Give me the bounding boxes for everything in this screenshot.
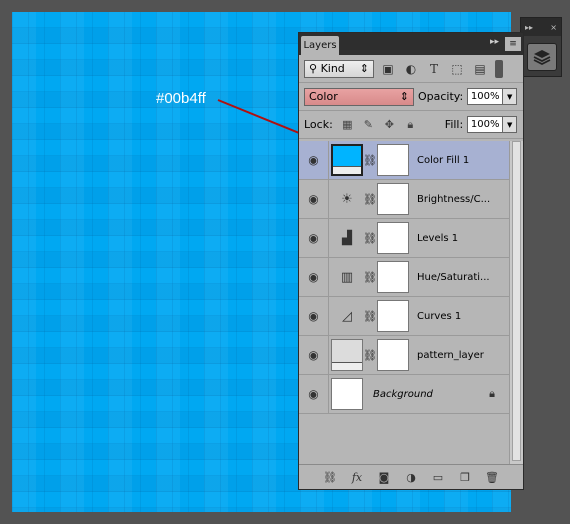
updown-icon: ⇕	[399, 90, 409, 103]
layer-name: Curves 1	[417, 310, 462, 322]
layer-row-curves[interactable]: ◉ ◿ ⛓ Curves 1	[299, 297, 509, 336]
image-filter-icon[interactable]: ▣	[379, 60, 397, 78]
collapse-panel-icon[interactable]: ▸▸	[490, 37, 499, 47]
lock-all-icon[interactable]: 🔒︎	[403, 117, 418, 132]
panel-menu-icon[interactable]: ≡	[505, 37, 521, 51]
color-annotation: #00b4ff	[156, 90, 206, 107]
layer-mask-thumbnail[interactable]	[377, 300, 409, 332]
blend-row: Color ⇕ Opacity: 100% ▼	[299, 83, 523, 111]
scrollbar-thumb[interactable]	[512, 141, 521, 461]
layer-name: Brightness/C...	[417, 193, 491, 205]
lock-position-icon[interactable]: ✥	[382, 117, 397, 132]
link-icon[interactable]: ⛓	[363, 310, 377, 323]
panel-tab-bar: Layers ▸▸ ≡	[299, 33, 523, 55]
layer-mask-thumbnail[interactable]	[377, 183, 409, 215]
filter-kind-select[interactable]: ⚲ Kind ⇕	[304, 59, 374, 78]
layer-name: Color Fill 1	[417, 154, 470, 166]
layer-list: ◉ ⛓ Color Fill 1 ◉ ☀ ⛓ Brightness/C... ◉…	[299, 141, 509, 414]
tab-layers[interactable]: Layers	[301, 36, 339, 55]
background-thumbnail[interactable]	[331, 378, 363, 410]
layers-panel-button[interactable]	[527, 43, 557, 71]
expand-icon[interactable]: ▸▸	[525, 23, 533, 32]
visibility-eye-icon[interactable]: ◉	[299, 180, 329, 218]
trash-icon[interactable]: 🗑︎	[484, 471, 500, 484]
smart-object-filter-icon[interactable]: ▤	[471, 60, 489, 78]
fill-label: Fill:	[444, 118, 464, 131]
link-layers-icon[interactable]: ⛓	[322, 471, 338, 484]
link-icon[interactable]: ⛓	[363, 154, 377, 167]
visibility-eye-icon[interactable]: ◉	[299, 375, 329, 413]
opacity-input[interactable]: 100%	[467, 88, 504, 105]
new-group-icon[interactable]: ▭	[430, 471, 446, 484]
new-layer-icon[interactable]: ❐	[457, 471, 473, 484]
layer-row-color-fill[interactable]: ◉ ⛓ Color Fill 1	[299, 141, 509, 180]
panel-footer: ⛓ fx ◙ ◑ ▭ ❐ 🗑︎	[299, 464, 523, 489]
adjustment-filter-icon[interactable]: ◐	[402, 60, 420, 78]
filter-toggle[interactable]	[495, 59, 503, 78]
visibility-eye-icon[interactable]: ◉	[299, 297, 329, 335]
fx-icon[interactable]: fx	[349, 471, 365, 484]
layer-name: pattern_layer	[417, 349, 484, 361]
lock-row: Lock: ▦ ✎ ✥ 🔒︎ Fill: 100% ▼	[299, 111, 523, 139]
updown-icon: ⇕	[359, 62, 369, 75]
layer-name: Background	[373, 388, 433, 400]
layer-mask-thumbnail[interactable]	[377, 144, 409, 176]
shape-filter-icon[interactable]: ⬚	[448, 60, 466, 78]
layers-panel: Layers ▸▸ ≡ ⚲ Kind ⇕ ▣ ◐ T ⬚ ▤ Color ⇕ Op…	[298, 32, 524, 490]
lock-transparency-icon[interactable]: ▦	[340, 117, 355, 132]
layer-row-pattern[interactable]: ◉ ⛓ pattern_layer	[299, 336, 509, 375]
hue-saturation-icon[interactable]: ▥	[331, 261, 363, 293]
lock-label: Lock:	[304, 118, 333, 131]
collapsed-panel-dock: ▸▸ ×	[520, 17, 562, 77]
layers-scrollbar[interactable]	[509, 141, 523, 466]
link-icon[interactable]: ⛓	[363, 232, 377, 245]
layer-mask-thumbnail[interactable]	[377, 222, 409, 254]
layer-mask-thumbnail[interactable]	[377, 261, 409, 293]
opacity-dropdown-icon[interactable]: ▼	[503, 88, 518, 105]
fill-dropdown-icon[interactable]: ▼	[503, 116, 518, 133]
new-adjustment-icon[interactable]: ◑	[403, 471, 419, 484]
filter-row: ⚲ Kind ⇕ ▣ ◐ T ⬚ ▤	[299, 55, 523, 83]
layer-row-levels[interactable]: ◉ ▟ ⛓ Levels 1	[299, 219, 509, 258]
layer-row-background[interactable]: ◉ Background 🔒︎	[299, 375, 509, 414]
brightness-contrast-icon[interactable]: ☀	[331, 183, 363, 215]
layer-name: Hue/Saturati...	[417, 271, 490, 283]
curves-icon[interactable]: ◿	[331, 300, 363, 332]
link-icon[interactable]: ⛓	[363, 349, 377, 362]
background-lock-icon: 🔒︎	[489, 387, 495, 400]
lock-pixels-icon[interactable]: ✎	[361, 117, 376, 132]
layer-mask-thumbnail[interactable]	[377, 339, 409, 371]
opacity-label: Opacity:	[418, 90, 464, 103]
layer-row-hue-saturation[interactable]: ◉ ▥ ⛓ Hue/Saturati...	[299, 258, 509, 297]
blend-mode-select[interactable]: Color ⇕	[304, 87, 414, 106]
color-fill-thumbnail[interactable]	[331, 144, 363, 176]
link-icon[interactable]: ⛓	[363, 271, 377, 284]
layers-icon	[533, 50, 551, 66]
add-mask-icon[interactable]: ◙	[376, 471, 392, 484]
visibility-eye-icon[interactable]: ◉	[299, 258, 329, 296]
pattern-fill-thumbnail[interactable]	[331, 339, 363, 371]
visibility-eye-icon[interactable]: ◉	[299, 336, 329, 374]
search-icon: ⚲	[309, 62, 318, 75]
fill-input[interactable]: 100%	[467, 116, 504, 133]
link-icon[interactable]: ⛓	[363, 193, 377, 206]
layer-row-brightness[interactable]: ◉ ☀ ⛓ Brightness/C...	[299, 180, 509, 219]
dock-close-icon[interactable]: ×	[550, 23, 557, 32]
levels-icon[interactable]: ▟	[331, 222, 363, 254]
visibility-eye-icon[interactable]: ◉	[299, 141, 329, 179]
visibility-eye-icon[interactable]: ◉	[299, 219, 329, 257]
layer-name: Levels 1	[417, 232, 459, 244]
type-filter-icon[interactable]: T	[425, 60, 443, 78]
